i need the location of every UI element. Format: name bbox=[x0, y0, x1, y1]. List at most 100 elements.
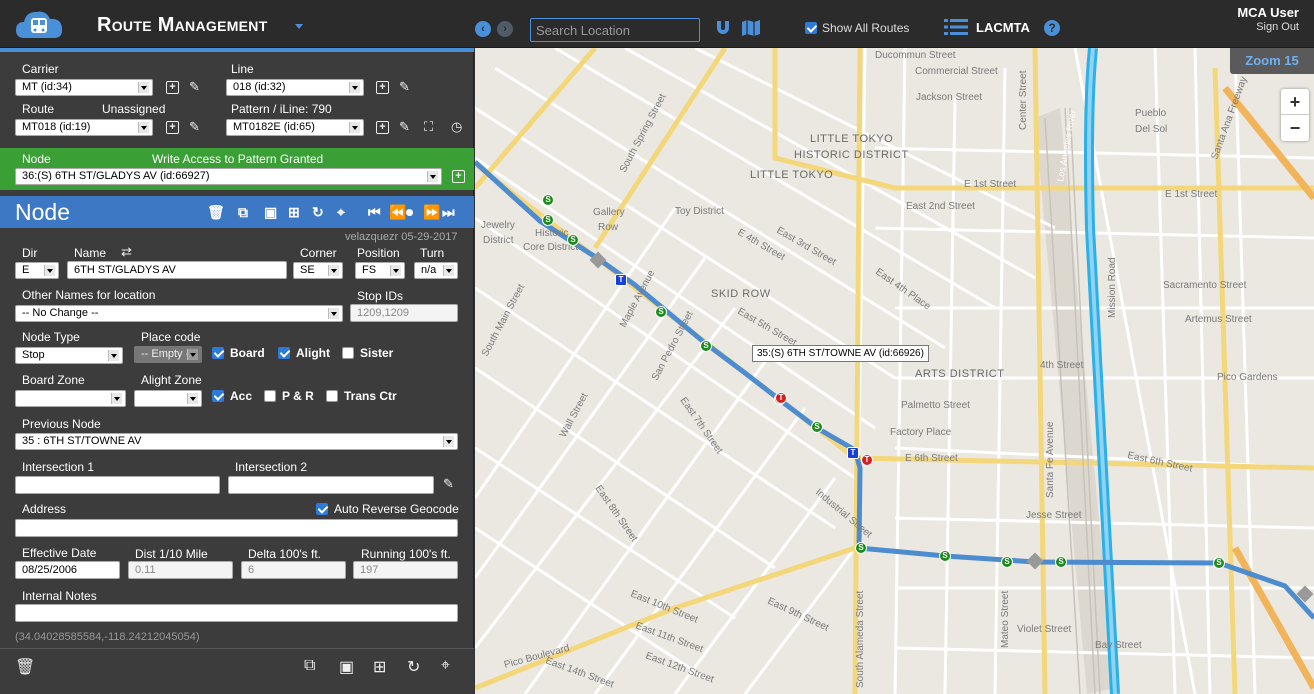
fit-pattern-icon[interactable]: ⛶ bbox=[424, 120, 433, 134]
sister-toggle[interactable]: Sister bbox=[342, 346, 393, 360]
map-view[interactable]: LITTLE TOKYO HISTORIC DISTRICT LITTLE TO… bbox=[475, 48, 1314, 694]
swap-name-icon[interactable]: ⇄ bbox=[121, 245, 132, 259]
address-input[interactable] bbox=[15, 519, 458, 537]
sister-checkbox[interactable] bbox=[342, 347, 354, 359]
notes-input[interactable] bbox=[15, 604, 458, 622]
agency-menu[interactable]: LACMTA bbox=[944, 18, 1030, 36]
acc-toggle[interactable]: Acc bbox=[212, 389, 252, 403]
stop-node-icon[interactable]: ⏺ bbox=[406, 204, 413, 221]
stop-marker[interactable]: S bbox=[567, 234, 579, 246]
auto-reverse-geocode-checkbox[interactable] bbox=[316, 503, 328, 515]
app-title[interactable]: Route Management bbox=[97, 14, 268, 37]
trans-ctr-toggle[interactable]: Trans Ctr bbox=[326, 389, 397, 403]
place-code-select[interactable]: -- Empty -- bbox=[134, 346, 202, 363]
delete-node-icon[interactable]: 🗑 bbox=[207, 204, 225, 221]
save-node-icon[interactable]: ▣ bbox=[264, 204, 277, 221]
dir-select[interactable]: E bbox=[15, 262, 59, 279]
sign-out-link[interactable]: Sign Out bbox=[1256, 21, 1299, 33]
transfer-marker[interactable]: T bbox=[847, 447, 859, 459]
board-toggle[interactable]: Board bbox=[212, 346, 265, 360]
last-node-icon[interactable]: ⏭ bbox=[442, 204, 455, 221]
turn-select[interactable]: n/a bbox=[414, 262, 458, 279]
stop-marker[interactable]: S bbox=[939, 550, 951, 562]
add-icon[interactable]: ⊞ bbox=[373, 657, 386, 677]
add-carrier-button[interactable]: + bbox=[166, 81, 179, 94]
show-all-routes-checkbox[interactable] bbox=[805, 22, 817, 34]
alight-checkbox[interactable] bbox=[278, 347, 290, 359]
timepoint-marker[interactable]: T bbox=[861, 454, 873, 466]
transfer-marker[interactable]: T bbox=[615, 274, 627, 286]
position-select[interactable]: FS bbox=[355, 262, 405, 279]
map-canvas[interactable]: LITTLE TOKYO HISTORIC DISTRICT LITTLE TO… bbox=[475, 48, 1314, 694]
other-names-select[interactable]: -- No Change -- bbox=[15, 305, 343, 322]
back-arrow-icon[interactable]: ‹ bbox=[475, 21, 491, 37]
save-icon[interactable]: ▣ bbox=[339, 657, 354, 677]
map-icon[interactable] bbox=[741, 19, 761, 37]
help-icon[interactable]: ? bbox=[1044, 20, 1060, 36]
next-node-icon[interactable]: ⏩ bbox=[423, 204, 440, 221]
first-node-icon[interactable]: ⏮ bbox=[368, 204, 381, 221]
node-select[interactable]: 36:(S) 6TH ST/GLADYS AV (id:66927) bbox=[15, 168, 442, 185]
park-ride-toggle[interactable]: P & R bbox=[264, 389, 314, 403]
stop-marker[interactable]: S bbox=[542, 194, 554, 206]
copy-icon[interactable]: ⧉ bbox=[304, 657, 315, 675]
stop-marker[interactable]: S bbox=[811, 421, 823, 433]
line-select[interactable]: 018 (id:32) bbox=[226, 79, 364, 96]
route-select[interactable]: MT018 (id:19) bbox=[15, 119, 153, 136]
previous-node-icon[interactable]: ⏪ bbox=[389, 204, 406, 221]
acc-checkbox[interactable] bbox=[212, 390, 224, 402]
carrier-select[interactable]: MT (id:34) bbox=[15, 79, 153, 96]
park-ride-checkbox[interactable] bbox=[264, 390, 276, 402]
name-input[interactable]: 6TH ST/GLADYS AV bbox=[67, 261, 287, 279]
stop-marker[interactable]: S bbox=[855, 542, 867, 554]
trans-ctr-checkbox[interactable] bbox=[326, 390, 338, 402]
refresh-icon[interactable]: ↻ bbox=[407, 657, 420, 677]
add-route-button[interactable]: + bbox=[166, 121, 179, 134]
intersection1-input[interactable] bbox=[15, 476, 220, 494]
edit-carrier-icon[interactable]: ✎ bbox=[189, 80, 200, 94]
add-pattern-button[interactable]: + bbox=[376, 121, 389, 134]
intersection2-input[interactable] bbox=[228, 476, 434, 494]
locate-icon[interactable]: ⌖ bbox=[441, 657, 450, 675]
copy-node-icon[interactable]: ⧉ bbox=[238, 204, 248, 221]
search-location-input[interactable] bbox=[530, 18, 700, 42]
stop-ids-input[interactable]: 1209,1209 bbox=[350, 304, 458, 322]
zoom-out-button[interactable]: − bbox=[1281, 115, 1309, 141]
edit-line-icon[interactable]: ✎ bbox=[399, 80, 410, 94]
show-all-routes-toggle[interactable]: Show All Routes bbox=[805, 21, 909, 35]
magnet-icon[interactable] bbox=[714, 19, 732, 37]
forward-arrow-icon[interactable]: › bbox=[497, 21, 513, 37]
add-node-button[interactable]: + bbox=[452, 170, 465, 183]
effective-date-input[interactable]: 08/25/2006 bbox=[15, 561, 120, 579]
edit-route-icon[interactable]: ✎ bbox=[189, 120, 200, 134]
alight-toggle[interactable]: Alight bbox=[278, 346, 330, 360]
stop-marker[interactable]: S bbox=[1001, 556, 1013, 568]
node-type-select[interactable]: Stop bbox=[15, 347, 123, 364]
pattern-select[interactable]: MT0182E (id:65) bbox=[226, 119, 364, 136]
delta-input[interactable]: 6 bbox=[241, 561, 346, 579]
stop-marker[interactable]: S bbox=[542, 214, 554, 226]
board-zone-select[interactable] bbox=[15, 390, 126, 407]
add-node-icon[interactable]: ⊞ bbox=[288, 204, 300, 221]
previous-node-select[interactable]: 35 : 6TH ST/TOWNE AV bbox=[15, 433, 458, 450]
alight-zone-select[interactable] bbox=[134, 390, 202, 407]
running-input[interactable]: 197 bbox=[353, 561, 458, 579]
edit-intersection-icon[interactable]: ✎ bbox=[443, 477, 454, 491]
corner-select[interactable]: SE bbox=[293, 262, 343, 279]
edit-pattern-icon[interactable]: ✎ bbox=[399, 120, 410, 134]
stop-marker[interactable]: S bbox=[655, 306, 667, 318]
timepoint-marker[interactable]: T bbox=[775, 392, 787, 404]
history-clock-icon[interactable]: ◷ bbox=[451, 120, 462, 134]
dist-input[interactable]: 0.11 bbox=[128, 561, 233, 579]
app-menu-caret-icon[interactable] bbox=[295, 24, 303, 29]
zoom-in-button[interactable]: + bbox=[1281, 89, 1309, 115]
stop-marker[interactable]: S bbox=[1055, 556, 1067, 568]
auto-reverse-geocode-toggle[interactable]: Auto Reverse Geocode bbox=[316, 502, 459, 516]
board-checkbox[interactable] bbox=[212, 347, 224, 359]
locate-node-icon[interactable]: ⌖ bbox=[337, 204, 345, 221]
refresh-node-icon[interactable]: ↻ bbox=[312, 204, 324, 221]
add-line-button[interactable]: + bbox=[376, 81, 389, 94]
stop-marker[interactable]: S bbox=[700, 340, 712, 352]
stop-marker[interactable]: S bbox=[1213, 557, 1225, 569]
delete-icon[interactable]: 🗑 bbox=[15, 657, 35, 677]
